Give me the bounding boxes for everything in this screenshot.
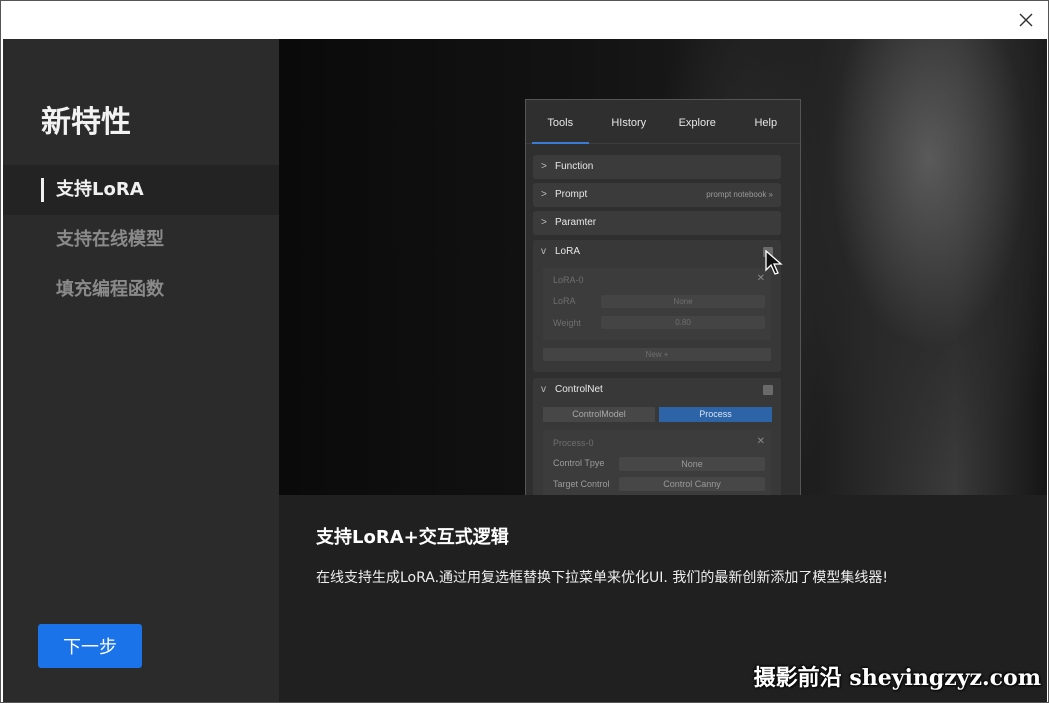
section-prompt: > Prompt prompt notebook » bbox=[533, 183, 781, 207]
chevron-right-icon: > bbox=[541, 161, 547, 172]
lora-select: None bbox=[601, 295, 765, 308]
mouse-cursor-icon bbox=[765, 250, 783, 275]
sidebar: 新特性 支持LoRA 支持在线模型 填充编程函数 下一步 bbox=[3, 39, 279, 702]
watermark: 摄影前沿 sheyingzyz.com bbox=[753, 665, 1041, 691]
chevron-down-icon: v bbox=[541, 246, 546, 257]
dialog-window: 新特性 支持LoRA 支持在线模型 填充编程函数 下一步 Tools HIsto… bbox=[0, 0, 1049, 703]
weight-input: 0.80 bbox=[601, 316, 765, 329]
preview-image: Tools HIstory Explore Help > Function > … bbox=[279, 39, 1047, 495]
section-label: LoRA bbox=[555, 246, 581, 257]
feature-caption: 支持LoRA+交互式逻辑 在线支持生成LoRA.通过用复选框替换下拉菜单来优化U… bbox=[279, 495, 1047, 702]
process-card-title: Process-0 bbox=[553, 438, 594, 448]
checkbox-icon bbox=[763, 385, 773, 395]
close-icon bbox=[1019, 13, 1033, 27]
chevron-right-icon: > bbox=[541, 189, 547, 200]
weight-label: Weight bbox=[553, 318, 581, 328]
close-icon: ✕ bbox=[756, 273, 765, 284]
control-type-select: None bbox=[619, 457, 765, 471]
sidebar-title: 新特性 bbox=[41, 105, 131, 140]
section-controlnet-header: v ControlNet bbox=[533, 378, 781, 402]
nav-item-lora[interactable]: 支持LoRA bbox=[3, 165, 279, 215]
control-model-tab: ControlModel bbox=[543, 407, 655, 422]
feature-nav: 支持LoRA 支持在线模型 填充编程函数 bbox=[3, 165, 279, 315]
new-lora-button: New + bbox=[543, 348, 771, 361]
caption-description: 在线支持生成LoRA.通过用复选框替换下拉菜单来优化UI. 我们的最新创新添加了… bbox=[316, 570, 888, 586]
nav-item-online-model[interactable]: 支持在线模型 bbox=[3, 215, 279, 265]
prompt-notebook-link: prompt notebook » bbox=[706, 190, 773, 199]
target-control-label: Target Control bbox=[553, 479, 610, 489]
caption-title: 支持LoRA+交互式逻辑 bbox=[316, 527, 509, 548]
lora-card-title: LoRA-0 bbox=[553, 275, 584, 285]
nav-item-fill-functions[interactable]: 填充编程函数 bbox=[3, 265, 279, 315]
panel-tab-explore: Explore bbox=[678, 117, 716, 129]
section-label: Function bbox=[555, 161, 594, 172]
chevron-down-icon: v bbox=[541, 384, 546, 395]
section-label: Prompt bbox=[555, 189, 588, 200]
lora-card: LoRA-0 ✕ LoRA None Weight 0.80 bbox=[543, 268, 771, 340]
lora-label: LoRA bbox=[553, 296, 576, 306]
panel-tab-tools: Tools bbox=[526, 100, 595, 144]
lora-section: v LoRA LoRA-0 ✕ LoRA None Weight 0.80 Ne… bbox=[533, 240, 781, 372]
control-type-label: Control Tpye bbox=[553, 458, 605, 468]
controlnet-section: v ControlNet ControlModel Process Proces… bbox=[533, 378, 781, 495]
panel-tabs: Tools HIstory Explore Help bbox=[526, 100, 800, 144]
section-label: ControlNet bbox=[555, 384, 603, 395]
close-button[interactable] bbox=[1012, 7, 1040, 33]
chevron-right-icon: > bbox=[541, 217, 547, 228]
section-paramter: > Paramter bbox=[533, 211, 781, 235]
section-lora-header: v LoRA bbox=[533, 240, 781, 264]
target-control-select: Control Canny bbox=[619, 477, 765, 491]
tools-panel-mockup: Tools HIstory Explore Help > Function > … bbox=[525, 99, 801, 495]
section-label: Paramter bbox=[555, 217, 597, 228]
panel-tab-history: HIstory bbox=[611, 117, 647, 129]
process-card: Process-0 ✕ Control Tpye None Target Con… bbox=[543, 430, 771, 495]
process-tab: Process bbox=[659, 407, 772, 422]
panel-tab-help: Help bbox=[754, 117, 778, 129]
title-bar bbox=[1, 1, 1048, 39]
close-icon: ✕ bbox=[756, 436, 765, 447]
section-function: > Function bbox=[533, 155, 781, 179]
next-step-button[interactable]: 下一步 bbox=[38, 624, 142, 668]
